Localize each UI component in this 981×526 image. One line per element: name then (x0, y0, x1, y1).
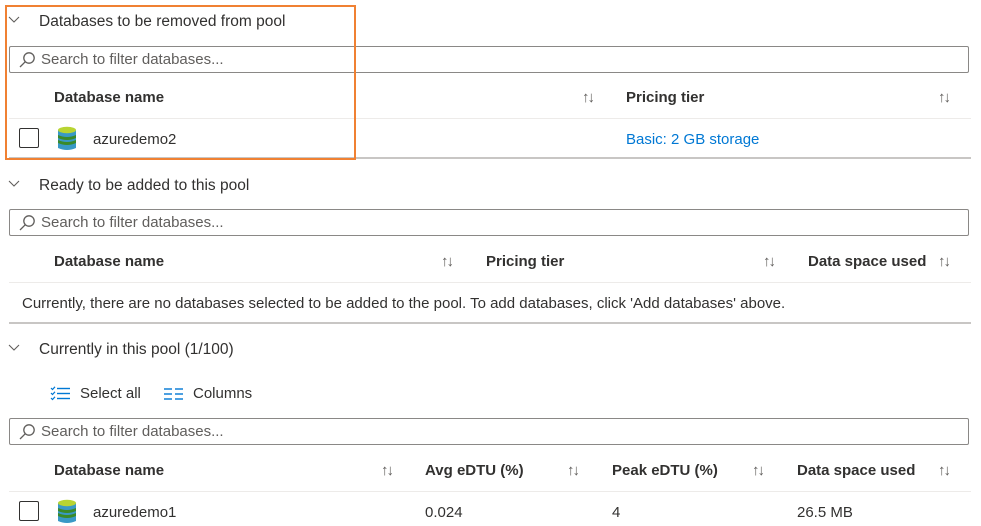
section-divider (9, 322, 971, 324)
sort-icon[interactable]: ↑↓ (381, 462, 394, 479)
sort-icon[interactable]: ↑↓ (763, 253, 776, 270)
columns-label: Columns (193, 385, 253, 402)
columns-icon (164, 387, 183, 400)
column-header-pricing-tier[interactable]: Pricing tier (626, 89, 704, 106)
database-name: azuredemo2 (93, 131, 177, 148)
search-box[interactable] (9, 418, 969, 445)
column-header-avg-edtu[interactable]: Avg eDTU (%) (425, 462, 524, 479)
section-title: Currently in this pool (1/100) (39, 341, 234, 358)
chevron-down-icon[interactable] (8, 177, 20, 189)
search-input[interactable] (41, 214, 968, 231)
section-title: Ready to be added to this pool (39, 177, 250, 194)
section-header-ready-to-add[interactable]: Ready to be added to this pool (8, 173, 249, 199)
column-header-database-name[interactable]: Database name (54, 253, 164, 270)
divider (9, 491, 971, 492)
sql-database-icon (58, 499, 76, 523)
section-title: Databases to be removed from pool (39, 13, 286, 30)
section-header-currently-in-pool[interactable]: Currently in this pool (1/100) (8, 337, 234, 363)
section-divider (9, 157, 971, 159)
database-name: azuredemo1 (93, 504, 177, 521)
search-input[interactable] (41, 51, 968, 68)
divider (9, 118, 971, 119)
search-icon (19, 214, 35, 230)
peak-edtu-value: 4 (612, 504, 621, 521)
sort-icon[interactable]: ↑↓ (582, 89, 595, 106)
column-header-data-space-used[interactable]: Data space used (808, 253, 926, 270)
row-checkbox[interactable] (19, 501, 39, 521)
avg-edtu-value: 0.024 (425, 504, 463, 521)
section-header-to-remove[interactable]: Databases to be removed from pool (8, 9, 285, 35)
search-box[interactable] (9, 209, 969, 236)
column-header-pricing-tier[interactable]: Pricing tier (486, 253, 564, 270)
sort-icon[interactable]: ↑↓ (938, 462, 951, 479)
sort-icon[interactable]: ↑↓ (567, 462, 580, 479)
chevron-down-icon[interactable] (8, 341, 20, 353)
search-box[interactable] (9, 46, 969, 73)
column-header-database-name[interactable]: Database name (54, 89, 164, 106)
search-input[interactable] (41, 423, 968, 440)
select-all-icon (50, 385, 70, 400)
columns-button[interactable]: Columns (163, 385, 252, 402)
search-icon (19, 51, 35, 67)
search-icon (19, 423, 35, 439)
sort-icon[interactable]: ↑↓ (441, 253, 454, 270)
empty-message: Currently, there are no databases select… (22, 295, 786, 312)
select-all-label: Select all (80, 385, 141, 402)
row-checkbox[interactable] (19, 128, 39, 148)
chevron-down-icon[interactable] (8, 13, 20, 25)
select-all-button[interactable]: Select all (50, 385, 141, 402)
sort-icon[interactable]: ↑↓ (938, 89, 951, 106)
divider (9, 282, 971, 283)
column-header-data-space-used[interactable]: Data space used (797, 462, 915, 479)
sort-icon[interactable]: ↑↓ (752, 462, 765, 479)
sql-database-icon (58, 126, 76, 150)
column-header-database-name[interactable]: Database name (54, 462, 164, 479)
sort-icon[interactable]: ↑↓ (938, 253, 951, 270)
data-space-used-value: 26.5 MB (797, 504, 853, 521)
column-header-peak-edtu[interactable]: Peak eDTU (%) (612, 462, 718, 479)
pricing-tier-link[interactable]: Basic: 2 GB storage (626, 131, 759, 148)
